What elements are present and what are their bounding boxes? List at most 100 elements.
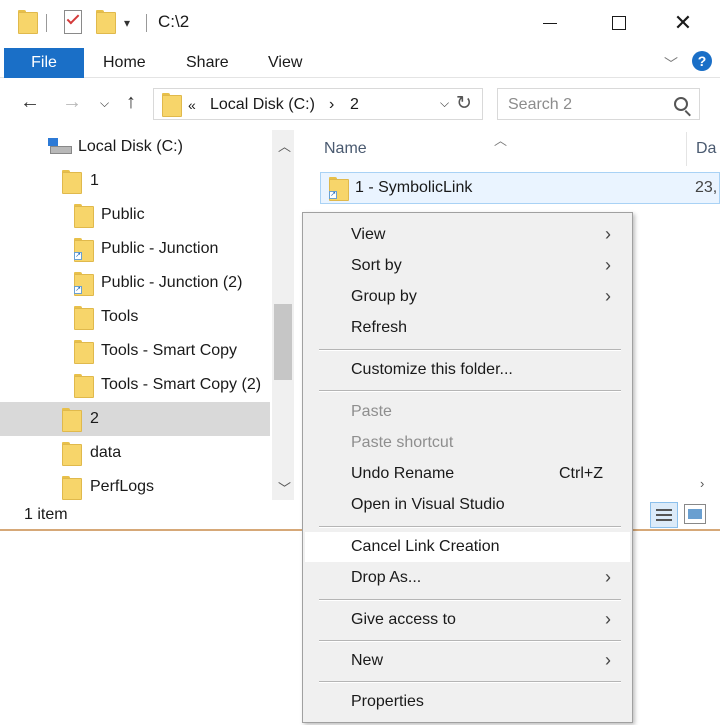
- divider: [46, 14, 47, 32]
- file-name: 1 - SymbolicLink: [355, 179, 473, 196]
- submenu-arrow-icon: ›: [605, 650, 611, 670]
- navigation-pane: Local Disk (C:) 1 Public ↗ Public - Junc…: [0, 130, 296, 500]
- menu-item-label: Sort by: [351, 257, 402, 274]
- minimize-icon: [543, 23, 557, 24]
- column-header-date[interactable]: Da: [696, 140, 716, 158]
- up-arrow-icon[interactable]: ↑: [126, 91, 136, 114]
- tree-item-tools-smart-copy-2[interactable]: Tools - Smart Copy (2): [0, 368, 270, 402]
- tree-item-public[interactable]: Public: [0, 198, 270, 232]
- folder-icon: [74, 204, 94, 228]
- menu-item-label: Drop As...: [351, 569, 422, 586]
- menu-item-properties[interactable]: Properties: [305, 687, 630, 717]
- item-count: 1 item: [24, 506, 68, 523]
- tree-item-public-junction-2[interactable]: ↗ Public - Junction (2): [0, 266, 270, 300]
- tab-file[interactable]: File: [4, 48, 84, 78]
- quick-access-dropdown-icon[interactable]: ▾: [124, 16, 130, 30]
- navigation-pane-scrollbar[interactable]: ︿ ﹀: [272, 130, 294, 500]
- tree-item-1[interactable]: 1: [0, 164, 270, 198]
- context-menu: View › Sort by › Group by › Refresh Cust…: [302, 212, 633, 723]
- file-row[interactable]: ↗ 1 - SymbolicLink 23,: [320, 172, 720, 204]
- menu-separator: [319, 599, 621, 601]
- breadcrumb-local-disk[interactable]: Local Disk (C:): [210, 96, 315, 114]
- refresh-icon[interactable]: ↻: [456, 92, 472, 115]
- scrollbar-thumb[interactable]: [274, 304, 292, 380]
- tree-item-data[interactable]: data: [0, 436, 270, 470]
- tree-item-tools-smart-copy[interactable]: Tools - Smart Copy: [0, 334, 270, 368]
- menu-item-label: Undo Rename: [351, 465, 455, 482]
- tree-item-label: Public: [101, 206, 145, 223]
- tree-item-2[interactable]: 2: [0, 402, 270, 436]
- divider: [146, 14, 147, 32]
- menu-separator: [319, 526, 621, 528]
- tree-item-tools[interactable]: Tools: [0, 300, 270, 334]
- close-button[interactable]: ✕: [660, 6, 706, 40]
- folder-icon: [74, 306, 94, 330]
- menu-item-sort-by[interactable]: Sort by ›: [305, 251, 630, 281]
- tree-item-label: PerfLogs: [90, 478, 155, 495]
- menu-item-cancel-link-creation[interactable]: Cancel Link Creation: [305, 532, 630, 562]
- address-overflow[interactable]: «: [188, 97, 196, 113]
- tree-item-perflogs[interactable]: PerfLogs: [0, 470, 270, 504]
- menu-item-label: Group by: [351, 288, 417, 305]
- menu-item-label: Customize this folder...: [351, 361, 513, 378]
- menu-item-open-in-visual-studio[interactable]: Open in Visual Studio: [305, 490, 630, 520]
- tree-item-public-junction[interactable]: ↗ Public - Junction: [0, 232, 270, 266]
- breadcrumb-2[interactable]: 2: [350, 96, 359, 114]
- breadcrumb-separator[interactable]: ›: [329, 96, 334, 114]
- scroll-up-icon[interactable]: ︿: [278, 136, 291, 155]
- expand-ribbon-icon[interactable]: ﹀: [664, 54, 678, 74]
- menu-item-paste: Paste: [305, 397, 630, 427]
- scroll-down-icon[interactable]: ﹀: [278, 478, 291, 497]
- large-icons-view-button[interactable]: [684, 504, 706, 524]
- menu-item-customize-folder[interactable]: Customize this folder...: [305, 355, 630, 385]
- menu-separator: [319, 349, 621, 351]
- tree-item-label: Public - Junction: [101, 240, 219, 257]
- menu-item-view[interactable]: View ›: [305, 220, 630, 250]
- title-bar: ▾ C:\2 ✕: [0, 0, 720, 46]
- tree-item-label: data: [90, 444, 122, 461]
- properties-icon[interactable]: [64, 10, 82, 34]
- sort-ascending-icon: ︿: [494, 133, 508, 148]
- menu-item-refresh[interactable]: Refresh: [305, 313, 630, 343]
- close-icon: ✕: [673, 10, 693, 35]
- back-arrow-icon[interactable]: ←: [20, 91, 40, 114]
- maximize-button[interactable]: [596, 6, 642, 40]
- scroll-right-icon[interactable]: ›: [700, 476, 704, 491]
- folder-icon: [62, 408, 82, 432]
- search-icon[interactable]: [674, 97, 688, 111]
- menu-item-label: Refresh: [351, 319, 408, 336]
- address-bar[interactable]: « Local Disk (C:) › 2 ⌵ ↻: [153, 88, 483, 120]
- junction-folder-icon: ↗: [74, 238, 94, 262]
- menu-separator: [319, 640, 621, 642]
- submenu-arrow-icon: ›: [605, 609, 611, 629]
- tree-item-label: Tools - Smart Copy (2): [101, 376, 262, 393]
- menu-item-group-by[interactable]: Group by ›: [305, 282, 630, 312]
- recent-locations-icon[interactable]: ⌵: [100, 96, 109, 111]
- menu-item-new[interactable]: New ›: [305, 646, 630, 676]
- folder-icon: [62, 170, 82, 194]
- column-divider[interactable]: [686, 132, 687, 166]
- tab-view[interactable]: View: [268, 48, 302, 78]
- tree-item-label: Public - Junction (2): [101, 274, 243, 291]
- search-input[interactable]: Search 2: [497, 88, 700, 120]
- minimize-button[interactable]: [526, 6, 572, 40]
- address-dropdown-icon[interactable]: ⌵: [440, 96, 449, 111]
- menu-item-paste-shortcut: Paste shortcut: [305, 428, 630, 458]
- navigation-bar: ← → ⌵ ↑ « Local Disk (C:) › 2 ⌵ ↻ Search…: [0, 80, 720, 128]
- help-icon[interactable]: ?: [692, 51, 712, 71]
- file-date: 23,: [695, 179, 718, 196]
- menu-item-label: Properties: [351, 693, 424, 710]
- menu-item-undo-rename[interactable]: Undo Rename Ctrl+Z: [305, 459, 630, 489]
- folder-icon: [74, 340, 94, 364]
- tree-item-label: Tools: [101, 308, 139, 325]
- tab-home[interactable]: Home: [103, 48, 146, 78]
- menu-item-drop-as[interactable]: Drop As... ›: [305, 563, 630, 593]
- forward-arrow-icon[interactable]: →: [62, 91, 82, 114]
- details-view-button[interactable]: [650, 502, 678, 528]
- menu-item-give-access-to[interactable]: Give access to ›: [305, 605, 630, 635]
- tab-share[interactable]: Share: [186, 48, 229, 78]
- tree-item-local-disk[interactable]: Local Disk (C:): [0, 130, 270, 164]
- menu-item-label: Cancel Link Creation: [351, 538, 500, 555]
- new-folder-icon[interactable]: [96, 10, 116, 34]
- column-header-name[interactable]: Name: [324, 140, 367, 158]
